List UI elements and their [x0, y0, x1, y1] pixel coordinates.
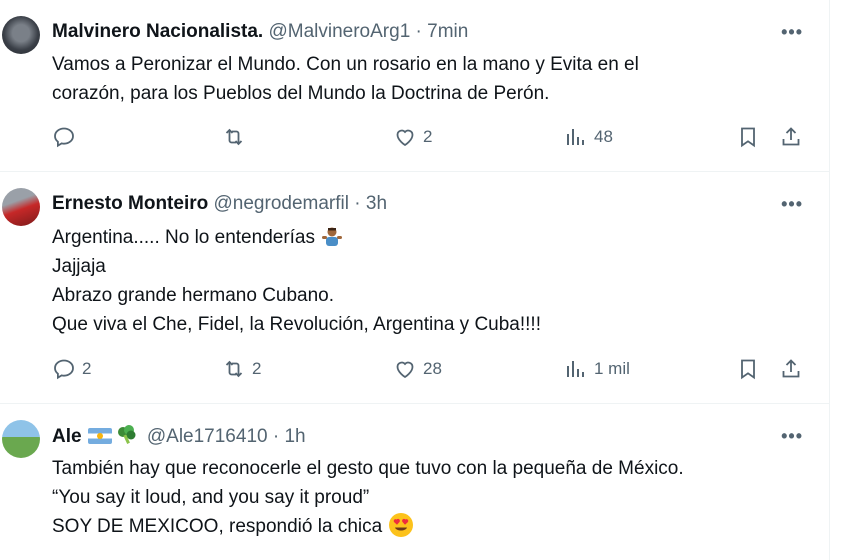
share-button[interactable] [779, 125, 803, 149]
retweet-icon [225, 360, 243, 378]
retweet-count: 2 [252, 359, 262, 378]
tweet-text: Argentina..... No lo entenderías Jajjaja A… [52, 223, 541, 339]
broccoli-icon [117, 425, 136, 444]
author-handle[interactable]: @Ale1716410 [147, 426, 268, 447]
share-button[interactable] [779, 357, 803, 381]
share-icon [782, 127, 800, 146]
argentina-flag-icon [87, 428, 112, 444]
view-count: 48 [594, 127, 613, 146]
heart-icon [396, 361, 414, 379]
retweet-button[interactable] [222, 125, 252, 149]
avatar-malvinero[interactable] [2, 16, 40, 54]
more-options-icon[interactable]: ••• [781, 426, 803, 447]
author-name[interactable]: Ernesto Monteiro [52, 193, 208, 214]
tweet-line: Vamos a Peronizar el Mundo. Con un rosar… [52, 54, 639, 75]
more-options-icon[interactable]: ••• [781, 22, 803, 43]
person-shrugging-emoji-icon [322, 227, 342, 246]
action-bar: 2 2 28 1 mil [0, 357, 829, 387]
like-button[interactable]: 28 [393, 357, 442, 381]
bookmark-icon [741, 359, 755, 380]
tweet-line: Jajjaja [52, 256, 106, 277]
like-button[interactable]: 2 [393, 125, 432, 149]
tweet-line: “You say it loud, and you say it proud” [52, 487, 370, 508]
views-button[interactable]: 48 [564, 125, 613, 149]
tweet-line: SOY DE MEXICOO, respondió la chica [52, 512, 684, 541]
reply-button[interactable]: 2 [52, 357, 91, 381]
author-name[interactable]: Malvinero Nacionalista. [52, 21, 263, 42]
more-options-icon[interactable]: ••• [781, 194, 803, 215]
reply-button[interactable] [52, 125, 82, 149]
tweet-header: Ale @Ale1716410 · 1h [52, 425, 306, 448]
heart-icon [396, 129, 414, 147]
tweet-text: Vamos a Peronizar el Mundo. Con un rosar… [52, 50, 639, 108]
tweet-line-text: SOY DE MEXICOO, respondió la chica [52, 516, 383, 537]
heart-eyes-emoji-icon [389, 513, 414, 537]
separator-dot: · [272, 426, 280, 447]
tweet-line: Argentina..... No lo entenderías [52, 223, 541, 252]
retweet-button[interactable]: 2 [222, 357, 261, 381]
view-count: 1 mil [594, 359, 630, 378]
avatar-ale[interactable] [2, 420, 40, 458]
timestamp[interactable]: 3h [366, 193, 387, 214]
share-icon [782, 359, 800, 378]
tweet-header: Malvinero Nacionalista. @MalvineroArg1 ·… [52, 21, 468, 43]
reply-feed: Malvinero Nacionalista. @MalvineroArg1 ·… [0, 0, 830, 560]
reply-count: 2 [82, 359, 92, 378]
bookmark-button[interactable] [736, 125, 760, 149]
analytics-icon [567, 361, 584, 377]
reply-icon [54, 359, 74, 380]
like-count: 2 [423, 127, 433, 146]
views-button[interactable]: 1 mil [564, 357, 630, 381]
like-count: 28 [423, 359, 442, 378]
timestamp[interactable]: 1h [284, 426, 305, 447]
bookmark-icon [741, 127, 755, 148]
tweet-line: Abrazo grande hermano Cubano. [52, 285, 335, 306]
author-name[interactable]: Ale [52, 426, 82, 447]
separator-dot: · [415, 21, 422, 42]
tweet-3[interactable]: Ale @Ale1716410 · 1h ••• También hay que… [0, 404, 829, 560]
separator-dot: · [354, 193, 361, 214]
avatar-ernesto[interactable] [2, 188, 40, 226]
tweet-line: Que viva el Che, Fidel, la Revolución, A… [52, 314, 541, 335]
bookmark-button[interactable] [736, 357, 760, 381]
author-handle[interactable]: @MalvineroArg1 [268, 21, 410, 42]
tweet-line: corazón, para los Pueblos del Mundo la D… [52, 83, 550, 104]
tweet-line: También hay que reconocerle el gesto que… [52, 458, 684, 479]
tweet-text: También hay que reconocerle el gesto que… [52, 454, 684, 541]
analytics-icon [567, 129, 584, 145]
reply-icon [54, 127, 74, 148]
tweet-header: Ernesto Monteiro @negrodemarfil · 3h [52, 193, 387, 215]
tweet-2[interactable]: Ernesto Monteiro @negrodemarfil · 3h •••… [0, 172, 829, 404]
author-handle[interactable]: @negrodemarfil [214, 193, 349, 214]
retweet-icon [225, 128, 243, 146]
tweet-1[interactable]: Malvinero Nacionalista. @MalvineroArg1 ·… [0, 0, 829, 172]
action-bar: 2 48 [0, 125, 829, 155]
timestamp[interactable]: 7min [427, 21, 468, 42]
tweet-line-text: Argentina..... No lo entenderías [52, 227, 315, 248]
